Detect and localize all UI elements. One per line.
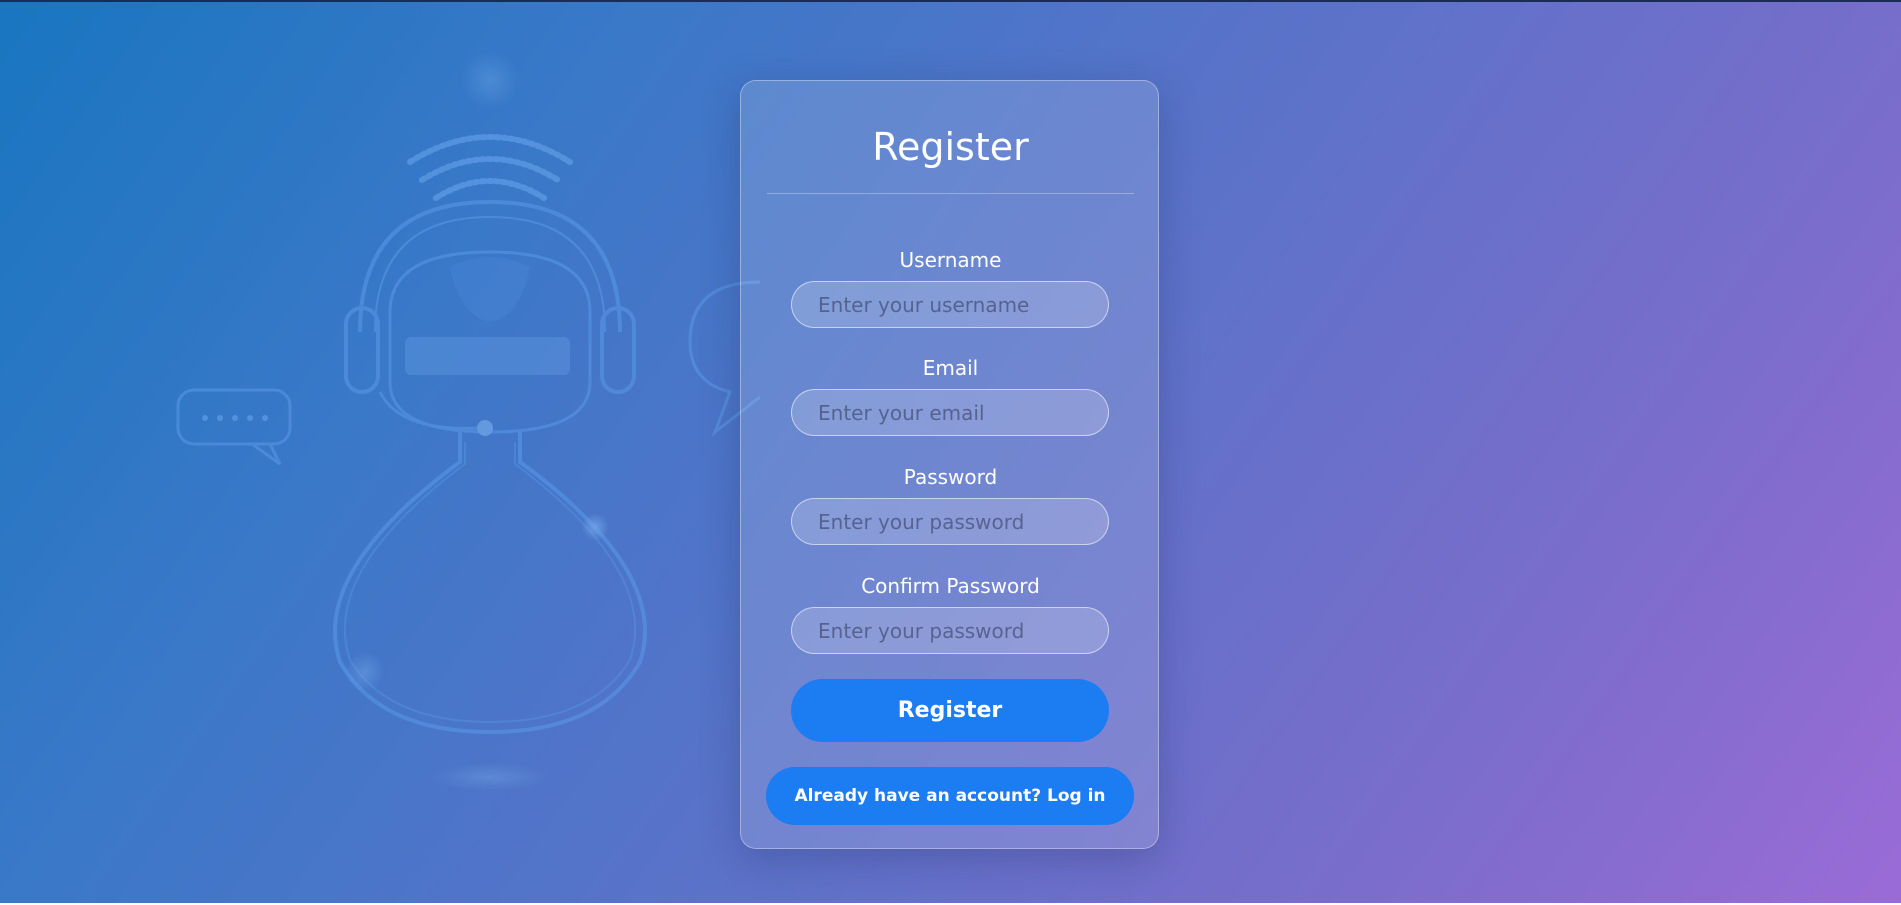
email-label: Email — [922, 356, 979, 380]
login-link-button[interactable]: Already have an account? Log in — [766, 767, 1134, 825]
register-button[interactable]: Register — [791, 679, 1109, 742]
page-background: Register Username Email Password Confirm… — [0, 0, 1901, 903]
page-title: Register — [872, 125, 1029, 169]
email-input[interactable] — [791, 389, 1109, 436]
username-label: Username — [899, 248, 1002, 272]
chat-bubble-icon — [176, 388, 292, 466]
support-agent-illustration — [176, 52, 760, 791]
confirm-password-label: Confirm Password — [861, 574, 1040, 598]
wifi-signal-icon — [407, 134, 573, 201]
register-card: Register Username Email Password Confirm… — [740, 80, 1159, 849]
username-input[interactable] — [791, 281, 1109, 328]
password-label: Password — [903, 465, 998, 489]
title-divider — [767, 193, 1134, 194]
password-input[interactable] — [791, 498, 1109, 545]
confirm-password-input[interactable] — [791, 607, 1109, 654]
